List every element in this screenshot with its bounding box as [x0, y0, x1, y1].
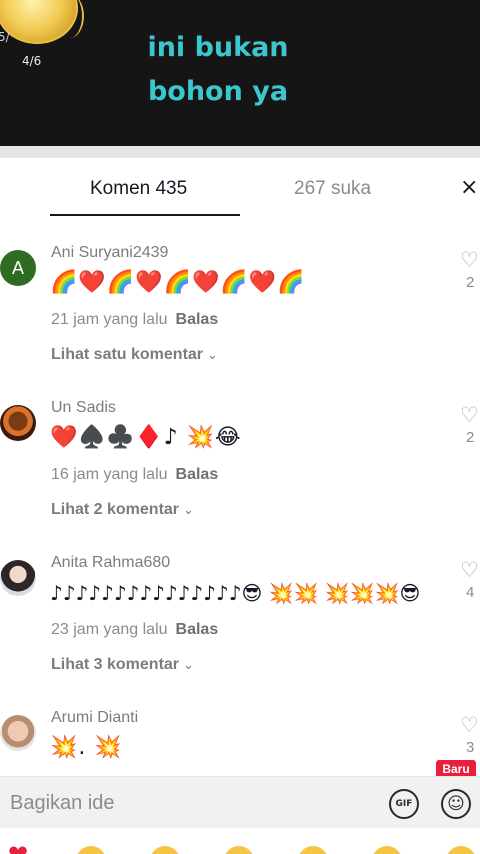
- chevron-down-icon: ⌄: [183, 502, 194, 517]
- view-replies-label: Lihat satu komentar: [51, 346, 204, 363]
- comment-meta: 23 jam yang lalu Balas: [51, 621, 218, 639]
- comment-sheet: Komen 435 267 suka × A Ani Suryani2439 🌈…: [0, 158, 480, 854]
- comment-item: A Ani Suryani2439 🌈❤️🌈❤️🌈❤️🌈❤️🌈 21 jam y…: [0, 244, 480, 400]
- emoji-icon[interactable]: [298, 846, 328, 854]
- comment-text: ❤️♠️♣️♦️♪ 💥😂: [50, 425, 242, 450]
- comment-text: 💥. 💥: [50, 735, 123, 760]
- heart-emoji-icon[interactable]: ❤: [8, 840, 38, 854]
- reply-button[interactable]: Balas: [176, 311, 219, 328]
- tab-comments[interactable]: Komen 435: [90, 176, 187, 202]
- tab-likes[interactable]: 267 suka: [294, 176, 371, 202]
- view-replies-label: Lihat 2 komentar: [51, 501, 180, 518]
- comment-username[interactable]: Anita Rahma680: [51, 554, 170, 572]
- video-caption-line1: ini bukan: [147, 32, 289, 63]
- emoji-icon[interactable]: [76, 846, 106, 854]
- sheet-gap: [0, 146, 480, 158]
- view-replies-link[interactable]: Lihat 3 komentar ⌄: [51, 656, 194, 674]
- view-replies-label: Lihat 3 komentar: [51, 656, 180, 673]
- emoji-icon[interactable]: [446, 846, 476, 854]
- emoji-icon[interactable]: [150, 846, 180, 854]
- chevron-down-icon: ⌄: [183, 657, 194, 672]
- view-replies-link[interactable]: Lihat satu komentar ⌄: [51, 346, 218, 364]
- like-count: 4: [466, 584, 475, 601]
- like-count: 2: [466, 429, 475, 446]
- comment-time: 16 jam yang lalu: [51, 466, 168, 483]
- comment-time: 21 jam yang lalu: [51, 311, 168, 328]
- heart-icon[interactable]: ♡: [460, 248, 479, 272]
- heart-icon[interactable]: ♡: [460, 713, 479, 737]
- avatar[interactable]: [0, 405, 36, 441]
- like-count: 3: [466, 739, 475, 756]
- comment-text: 🌈❤️🌈❤️🌈❤️🌈❤️🌈: [50, 270, 306, 295]
- heart-icon[interactable]: ♡: [460, 558, 479, 582]
- comment-item: Un Sadis ❤️♠️♣️♦️♪ 💥😂 16 jam yang lalu Ba…: [0, 399, 480, 555]
- close-icon[interactable]: ×: [460, 176, 478, 200]
- emoji-icon[interactable]: [372, 846, 402, 854]
- avatar[interactable]: [0, 715, 36, 751]
- avatar[interactable]: [0, 560, 36, 596]
- comment-time: 23 jam yang lalu: [51, 621, 168, 638]
- view-replies-link[interactable]: Lihat 2 komentar ⌄: [51, 501, 194, 519]
- tab-bar: Komen 435 267 suka ×: [0, 158, 480, 220]
- avatar[interactable]: A: [0, 250, 36, 286]
- comment-input-bar: GIF ☺: [0, 776, 480, 829]
- active-tab-indicator: [50, 214, 240, 216]
- reply-button[interactable]: Balas: [176, 621, 219, 638]
- heart-icon[interactable]: ♡: [460, 403, 479, 427]
- comment-item: Anita Rahma680 ♪♪♪♪♪♪♪♪♪♪♪♪♪♪♪😎 💥💥 💥💥💥😎 …: [0, 554, 480, 710]
- comment-input[interactable]: [10, 789, 370, 817]
- comment-meta: 21 jam yang lalu Balas: [51, 311, 218, 329]
- comment-text: ♪♪♪♪♪♪♪♪♪♪♪♪♪♪♪😎 💥💥 💥💥💥😎: [50, 581, 421, 605]
- comment-username[interactable]: Ani Suryani2439: [51, 244, 168, 262]
- emoji-icon[interactable]: ☺: [441, 789, 471, 819]
- comment-meta: 16 jam yang lalu Balas: [51, 466, 218, 484]
- quick-emoji-bar: ❤: [0, 828, 480, 854]
- comment-username[interactable]: Arumi Dianti: [51, 709, 138, 727]
- chevron-down-icon: ⌄: [207, 347, 218, 362]
- gif-button[interactable]: GIF: [389, 789, 419, 819]
- like-count: 2: [466, 274, 475, 291]
- reply-button[interactable]: Balas: [176, 466, 219, 483]
- comment-username[interactable]: Un Sadis: [51, 399, 116, 417]
- comment-item: Arumi Dianti 💥. 💥 ♡ 3: [0, 709, 480, 775]
- emoji-icon[interactable]: [224, 846, 254, 854]
- video-caption-line2: bohon ya: [147, 76, 289, 107]
- video-preview[interactable]: 5/ 4/6 ini bukan bohon ya: [0, 0, 480, 146]
